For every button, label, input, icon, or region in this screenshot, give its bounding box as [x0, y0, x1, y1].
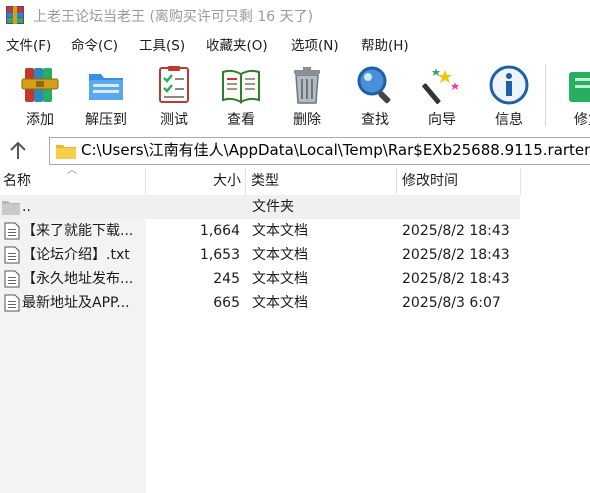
file-row[interactable]: 【永久地址发布... 245 文本文档 2025/8/2 18:43	[0, 267, 520, 291]
text-file-icon	[4, 246, 20, 264]
file-row[interactable]: 【来了就能下载... 1,664 文本文档 2025/8/2 18:43	[0, 219, 520, 243]
view-book-icon	[222, 69, 260, 104]
menu-help[interactable]: 帮助(H)	[361, 35, 409, 57]
text-file-icon	[4, 270, 20, 288]
file-size: 1,664	[199, 223, 240, 239]
wizard-button[interactable]: 向导	[409, 58, 475, 134]
test-checklist-icon	[159, 66, 189, 103]
text-file-icon	[4, 222, 20, 240]
extract-to-button[interactable]: 解压到	[73, 58, 139, 134]
menu-favorites[interactable]: 收藏夹(O)	[206, 35, 268, 57]
toolbar-separator	[545, 64, 546, 126]
file-row-parent[interactable]: .. 文件夹	[0, 195, 520, 219]
toolbar: 添加 解压到 测试 查看 删除 查找 向导 信息 修	[0, 58, 590, 134]
file-size: 665	[213, 295, 240, 311]
wizard-label: 向导	[428, 112, 456, 128]
file-type: 文本文档	[252, 295, 308, 311]
file-name: 【来了就能下载...	[22, 223, 134, 239]
menu-bar: 文件(F) 命令(C) 工具(S) 收藏夹(O) 选项(N) 帮助(H)	[0, 35, 590, 57]
column-header-modified-label: 修改时间	[402, 173, 458, 189]
extract-to-label: 解压到	[85, 112, 127, 128]
sort-ascending-icon: ︿	[67, 165, 77, 176]
find-button[interactable]: 查找	[342, 58, 408, 134]
delete-button[interactable]: 删除	[274, 58, 340, 134]
repair-button[interactable]: 修复	[555, 58, 590, 134]
file-modified: 2025/8/2 18:43	[402, 223, 510, 239]
test-button[interactable]: 测试	[141, 58, 207, 134]
address-row: C:\Users\江南有佳人\AppData\Local\Temp\Rar$EX…	[0, 135, 590, 167]
menu-tools[interactable]: 工具(S)	[139, 35, 185, 57]
file-size: 245	[213, 271, 240, 287]
info-label: 信息	[495, 112, 523, 128]
file-type: 文本文档	[252, 247, 308, 263]
view-label: 查看	[227, 112, 255, 128]
file-name: 【论坛介绍】.txt	[22, 247, 130, 263]
file-modified: 2025/8/2 18:43	[402, 271, 510, 287]
menu-command[interactable]: 命令(C)	[71, 35, 118, 57]
window-title: 上老王论坛当老王 (离购买许可只剩 16 天了)	[33, 9, 314, 25]
file-type: 文本文档	[252, 271, 308, 287]
file-type: 文本文档	[252, 223, 308, 239]
column-headers: 名称 ︿ 大小 类型 修改时间	[0, 165, 590, 195]
menu-file[interactable]: 文件(F)	[6, 35, 51, 57]
add-label: 添加	[26, 112, 54, 128]
file-row[interactable]: 最新地址及APP... 665 文本文档 2025/8/3 6:07	[0, 291, 520, 315]
extract-folder-icon	[89, 74, 123, 100]
address-path: C:\Users\江南有佳人\AppData\Local\Temp\Rar$EX…	[81, 141, 590, 159]
find-label: 查找	[361, 112, 389, 128]
column-header-size-label: 大小	[213, 173, 241, 189]
magnifier-icon	[357, 66, 391, 104]
view-button[interactable]: 查看	[208, 58, 274, 134]
text-file-icon	[4, 294, 20, 312]
file-name: ..	[22, 199, 31, 215]
column-header-type[interactable]: 类型	[251, 168, 391, 195]
trash-can-icon	[294, 67, 320, 104]
column-divider[interactable]	[520, 168, 521, 195]
test-label: 测试	[160, 112, 188, 128]
info-icon	[489, 65, 529, 105]
file-name: 最新地址及APP...	[22, 295, 130, 311]
column-header-type-label: 类型	[251, 173, 279, 189]
file-row[interactable]: 【论坛介绍】.txt 1,653 文本文档 2025/8/2 18:43	[0, 243, 520, 267]
file-modified: 2025/8/2 18:43	[402, 247, 510, 263]
column-divider[interactable]	[245, 168, 246, 195]
file-name: 【永久地址发布...	[22, 271, 134, 287]
address-field[interactable]: C:\Users\江南有佳人\AppData\Local\Temp\Rar$EX…	[49, 137, 590, 165]
folder-icon	[56, 145, 76, 159]
info-button[interactable]: 信息	[476, 58, 542, 134]
magic-wand-icon	[422, 68, 459, 105]
winrar-app-icon[interactable]	[6, 6, 24, 24]
column-header-name-label: 名称	[3, 173, 31, 189]
column-header-size[interactable]: 大小	[146, 168, 241, 195]
column-header-modified[interactable]: 修改时间	[402, 168, 517, 195]
delete-label: 删除	[293, 112, 321, 128]
add-archive-icon	[21, 68, 59, 102]
up-arrow-icon[interactable]	[5, 139, 31, 163]
column-divider[interactable]	[396, 168, 397, 195]
file-size: 1,653	[199, 247, 240, 263]
file-modified: 2025/8/3 6:07	[402, 295, 501, 311]
repair-icon	[569, 72, 590, 102]
menu-options[interactable]: 选项(N)	[291, 35, 339, 57]
repair-label: 修复	[574, 112, 590, 128]
title-bar: 上老王论坛当老王 (离购买许可只剩 16 天了)	[0, 0, 590, 31]
folder-icon	[2, 201, 20, 215]
column-header-name[interactable]: 名称 ︿	[3, 165, 143, 195]
file-type: 文件夹	[252, 199, 294, 215]
add-button[interactable]: 添加	[7, 58, 73, 134]
